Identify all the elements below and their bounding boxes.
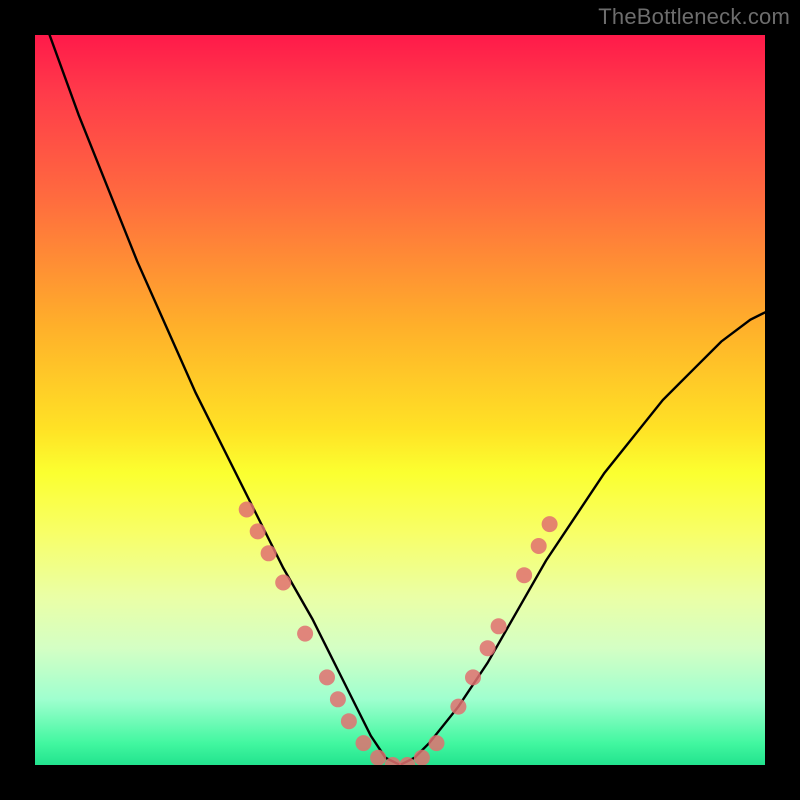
marker-dot: [465, 669, 481, 685]
marker-dot: [250, 523, 266, 539]
watermark-text: TheBottleneck.com: [598, 4, 790, 30]
chart-frame: TheBottleneck.com: [0, 0, 800, 800]
marker-dot: [319, 669, 335, 685]
marker-dot: [261, 545, 277, 561]
marker-dot: [330, 691, 346, 707]
marker-dot: [480, 640, 496, 656]
curve-layer: [35, 35, 765, 765]
marker-dot: [275, 575, 291, 591]
marker-dot: [516, 567, 532, 583]
marker-dot: [341, 713, 357, 729]
highlight-markers: [239, 502, 558, 766]
marker-dot: [297, 626, 313, 642]
marker-dot: [414, 750, 430, 765]
marker-dot: [491, 618, 507, 634]
marker-dot: [542, 516, 558, 532]
marker-dot: [531, 538, 547, 554]
marker-dot: [429, 735, 445, 751]
marker-dot: [370, 750, 386, 765]
marker-dot: [239, 502, 255, 518]
marker-dot: [356, 735, 372, 751]
marker-dot: [450, 699, 466, 715]
bottleneck-curve: [50, 35, 765, 765]
